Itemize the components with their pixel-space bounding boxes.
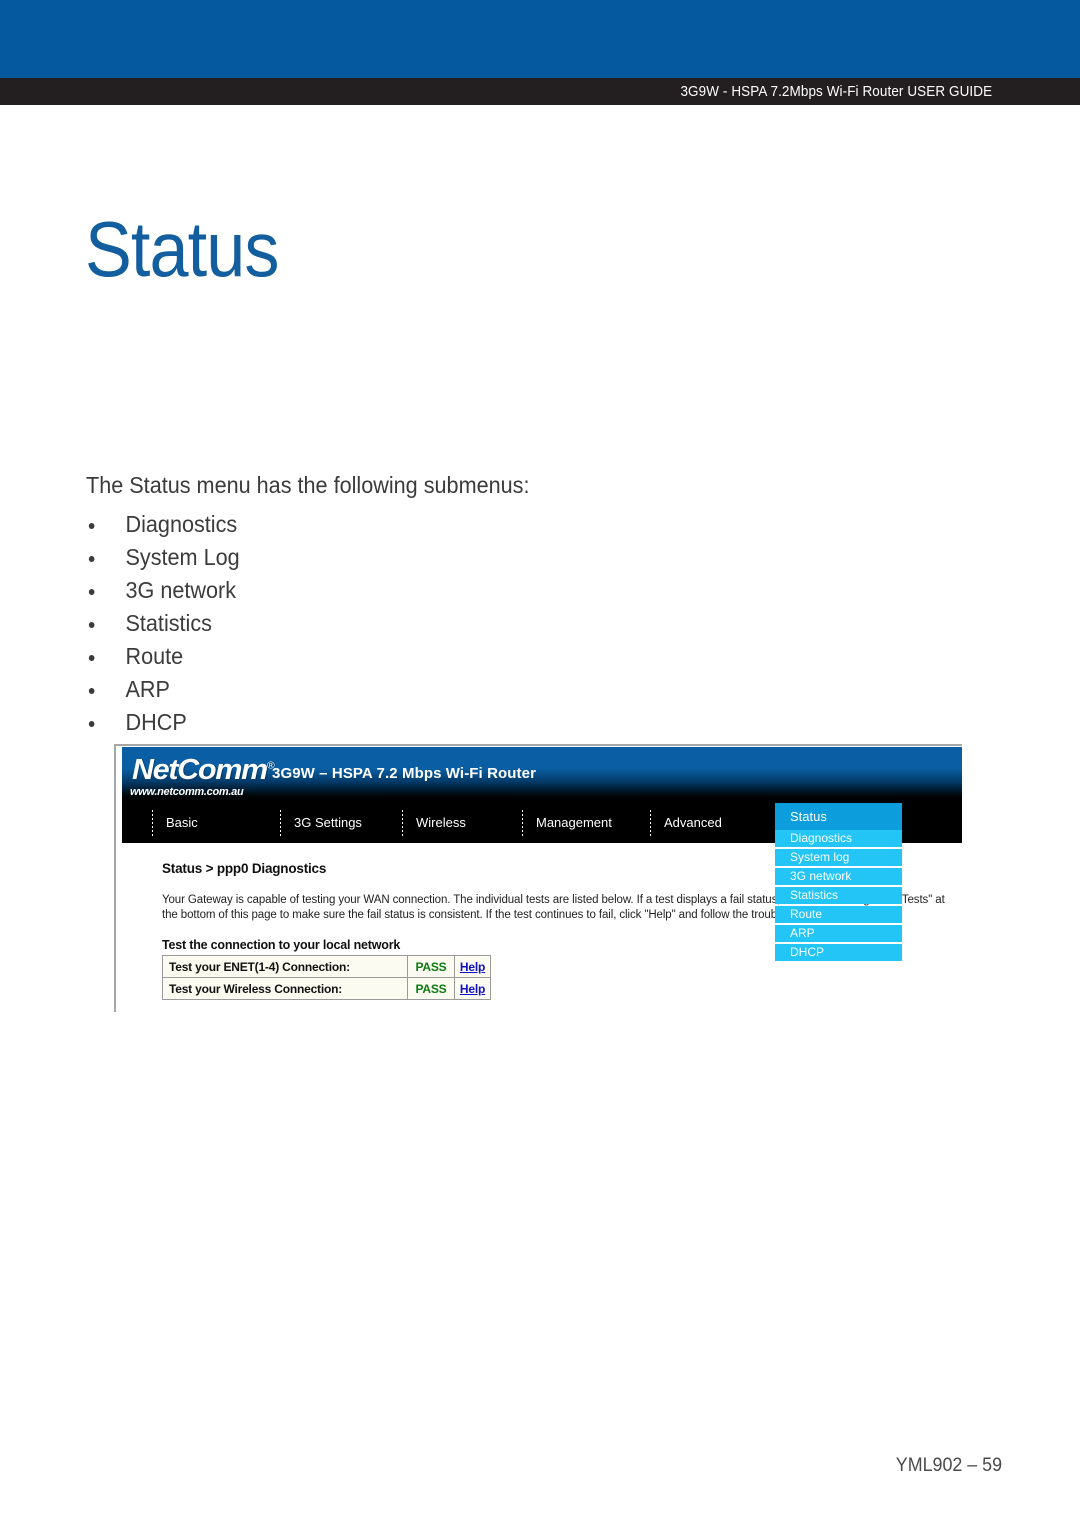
test-label: Test your Wireless Connection:	[162, 977, 408, 1000]
list-item-label: DHCP	[125, 709, 187, 735]
table-row: Test your Wireless Connection: PASS Help	[162, 977, 491, 1000]
table-row: Test your ENET(1-4) Connection: PASS Hel…	[162, 955, 491, 978]
menu-item-dhcp[interactable]: DHCP	[775, 944, 902, 961]
nav-tab-status[interactable]: Status	[775, 803, 902, 830]
screenshot-border-top	[114, 744, 962, 746]
test-result: PASS	[407, 955, 455, 978]
breadcrumb: Status > ppp0 Diagnostics	[162, 861, 327, 876]
list-item: ARP	[86, 673, 240, 706]
menu-item-system-log[interactable]: System log	[775, 849, 902, 866]
nav-tab-management[interactable]: Management	[522, 803, 612, 843]
list-item: Route	[86, 640, 240, 673]
bullet-dot-icon	[88, 721, 95, 727]
local-network-test-heading: Test the connection to your local networ…	[162, 938, 401, 952]
nav-tab-wireless[interactable]: Wireless	[402, 803, 466, 843]
list-item-label: ARP	[125, 676, 170, 702]
list-item: DHCP	[86, 706, 240, 739]
test-help-cell[interactable]: Help	[454, 977, 491, 1000]
netcomm-url: www.netcomm.com.au	[130, 786, 244, 798]
list-item-label: System Log	[125, 544, 240, 570]
bullet-dot-icon	[88, 655, 95, 661]
list-item: 3G network	[86, 574, 240, 607]
bullet-dot-icon	[88, 622, 95, 628]
header-blue-band	[0, 0, 1080, 78]
menu-item-diagnostics[interactable]: Diagnostics	[775, 830, 902, 847]
netcomm-logo: NetComm®	[132, 754, 275, 787]
diagnostics-test-table: Test your ENET(1-4) Connection: PASS Hel…	[162, 955, 491, 1000]
nav-tab-basic[interactable]: Basic	[152, 803, 198, 843]
status-dropdown-menu: Diagnostics System log 3G network Statis…	[775, 830, 902, 963]
submenu-bullet-list: Diagnostics System Log 3G network Statis…	[86, 508, 249, 739]
nav-tab-advanced[interactable]: Advanced	[650, 803, 722, 843]
test-result: PASS	[407, 977, 455, 1000]
help-link[interactable]: Help	[460, 982, 485, 996]
list-item-label: Diagnostics	[125, 511, 238, 537]
bullet-dot-icon	[88, 688, 95, 694]
list-item-label: Route	[125, 643, 184, 669]
menu-item-3g-network[interactable]: 3G network	[775, 868, 902, 885]
test-help-cell[interactable]: Help	[454, 955, 491, 978]
list-item-label: 3G network	[125, 577, 237, 603]
guide-title: 3G9W - HSPA 7.2Mbps Wi-Fi Router USER GU…	[680, 84, 992, 100]
nav-tab-3g-settings[interactable]: 3G Settings	[280, 803, 362, 843]
screenshot-border-left	[114, 746, 116, 1012]
router-header: NetComm® www.netcomm.com.au 3G9W – HSPA …	[122, 747, 962, 803]
list-item-label: Statistics	[125, 610, 212, 636]
help-link[interactable]: Help	[460, 960, 485, 974]
menu-item-arp[interactable]: ARP	[775, 925, 902, 942]
netcomm-logo-text: NetComm	[132, 754, 268, 786]
list-item: System Log	[86, 541, 240, 574]
page-title: Status	[85, 205, 280, 293]
router-ui-screenshot: NetComm® www.netcomm.com.au 3G9W – HSPA …	[122, 747, 962, 1012]
bullet-dot-icon	[88, 556, 95, 562]
page-footer: YML902 – 59	[895, 1455, 1002, 1476]
test-label: Test your ENET(1-4) Connection:	[162, 955, 408, 978]
bullet-dot-icon	[88, 523, 95, 529]
bullet-dot-icon	[88, 589, 95, 595]
intro-text: The Status menu has the following submen…	[86, 472, 530, 498]
list-item: Statistics	[86, 607, 240, 640]
list-item: Diagnostics	[86, 508, 240, 541]
router-model-label: 3G9W – HSPA 7.2 Mbps Wi-Fi Router	[272, 765, 537, 782]
menu-item-route[interactable]: Route	[775, 906, 902, 923]
menu-item-statistics[interactable]: Statistics	[775, 887, 902, 904]
